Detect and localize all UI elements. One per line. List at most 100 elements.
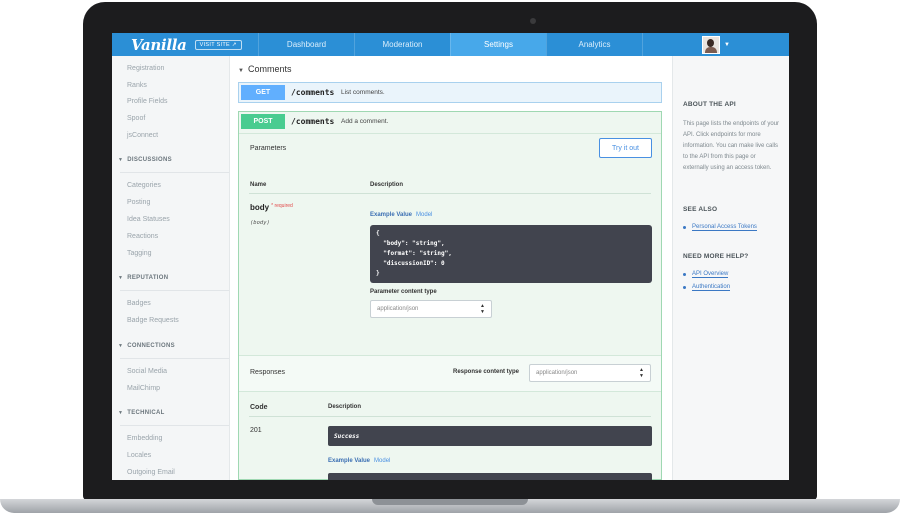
response-example-model-tabs: Example Value Model [328, 458, 390, 464]
sidebar-item-tagging[interactable]: Tagging [127, 250, 152, 257]
sidebar-section-discussions[interactable]: ▼ DISCUSSIONS [118, 157, 172, 163]
divider [120, 172, 229, 173]
response-content-type-select[interactable]: application/json ▲ ▼ [529, 364, 651, 382]
endpoint-path[interactable]: /comments [291, 117, 334, 126]
chevron-down-icon: ▼ [238, 68, 244, 74]
sidebar-section-connections[interactable]: ▼ CONNECTIONS [118, 343, 175, 349]
sidebar-item-social-media[interactable]: Social Media [127, 368, 167, 375]
param-name: body * required [250, 203, 293, 212]
laptop-notch [372, 499, 528, 505]
tab-dashboard[interactable]: Dashboard [258, 33, 354, 56]
divider [120, 425, 229, 426]
caret-down-icon[interactable]: ▼ [724, 42, 730, 48]
visit-site-button[interactable]: VISIT SITE ↗ [194, 39, 242, 50]
link-personal-access-tokens[interactable]: Personal Access Tokens [683, 224, 757, 231]
divider [249, 416, 651, 417]
responses-label: Responses [250, 369, 286, 376]
sidebar-item-idea-statuses[interactable]: Idea Statuses [127, 216, 170, 223]
sidebar-item-registration[interactable]: Registration [127, 65, 164, 72]
bullet-icon [683, 273, 686, 276]
divider [120, 290, 229, 291]
sidebar-item-badges[interactable]: Badges [127, 300, 151, 307]
sidebar-section-technical[interactable]: ▼ TECHNICAL [118, 410, 165, 416]
comments-section-toggle[interactable]: ▼ Comments [238, 64, 291, 74]
sidebar-section-reputation[interactable]: ▼ REPUTATION [118, 275, 168, 281]
select-arrow-icon: ▲ ▼ [480, 303, 485, 315]
parameters-header: Parameters Try it out [239, 133, 661, 179]
user-menu[interactable]: ▼ [642, 33, 789, 56]
section-title: REPUTATION [127, 275, 169, 281]
try-it-out-button[interactable]: Try it out [599, 138, 652, 158]
api-main: ▼ Comments GET /comments List comments. P… [230, 56, 664, 480]
see-also-title: SEE ALSO [683, 206, 718, 213]
get-comments-endpoint[interactable]: GET /comments List comments. [238, 82, 662, 103]
bullet-icon [683, 226, 686, 229]
required-marker: * required [271, 203, 293, 209]
sidebar-item-outgoing-email[interactable]: Outgoing Email [127, 469, 175, 476]
select-arrow-icon: ▲ ▼ [639, 367, 644, 379]
about-api-text: This page lists the endpoints of your AP… [683, 121, 780, 171]
section-title: DISCUSSIONS [127, 157, 172, 163]
bullet-icon [683, 286, 686, 289]
divider [249, 193, 651, 194]
link-authentication[interactable]: Authentication [683, 284, 731, 291]
responses-header: Responses Response content type applicat… [239, 355, 661, 392]
endpoint-description: List comments. [341, 89, 385, 96]
example-value-tab[interactable]: Example Value [328, 458, 370, 464]
chevron-down-icon: ▼ [118, 343, 124, 349]
column-name-header: Name [250, 182, 267, 188]
endpoint-description: Add a comment. [341, 118, 389, 125]
param-content-type-label: Parameter content type [370, 289, 437, 295]
chevron-down-icon: ▼ [118, 275, 124, 281]
tab-analytics[interactable]: Analytics [546, 33, 642, 56]
section-title: TECHNICAL [127, 410, 165, 416]
select-value: application/json [536, 370, 578, 376]
sidebar-item-jsconnect[interactable]: jsConnect [127, 132, 158, 139]
section-title: Comments [247, 64, 292, 74]
sidebar-item-locales[interactable]: Locales [127, 452, 151, 459]
sidebar-item-mailchimp[interactable]: MailChimp [127, 385, 160, 392]
example-json-editor[interactable]: { "body": "string", "format": "string", … [370, 225, 652, 283]
response-content-type-label: Response content type [453, 369, 520, 375]
param-content-type-select[interactable]: application/json ▲ ▼ [370, 300, 492, 318]
example-value-tab[interactable]: Example Value [370, 212, 412, 218]
model-tab[interactable]: Model [374, 458, 390, 464]
sidebar-item-badge-requests[interactable]: Badge Requests [127, 317, 179, 324]
screen: Vanilla VISIT SITE ↗ Dashboard Moderatio… [112, 33, 789, 480]
endpoint-path: /comments [291, 88, 335, 97]
sidebar-item-embedding[interactable]: Embedding [127, 435, 162, 442]
top-nav: Vanilla VISIT SITE ↗ Dashboard Moderatio… [112, 33, 789, 56]
sidebar-item-spoof[interactable]: Spoof [127, 115, 145, 122]
vanilla-logo[interactable]: Vanilla [131, 36, 187, 54]
section-title: CONNECTIONS [127, 343, 175, 349]
column-code-header: Code [250, 404, 268, 411]
param-name-text: body [250, 203, 270, 212]
response-code: 201 [250, 427, 262, 434]
param-type: (body) [250, 220, 270, 226]
link-label[interactable]: Personal Access Tokens [692, 224, 757, 231]
link-label[interactable]: API Overview [692, 271, 729, 278]
response-example-code [328, 473, 652, 480]
need-help-title: NEED MORE HELP? [683, 253, 749, 260]
sidebar-item-profile-fields[interactable]: Profile Fields [127, 98, 167, 105]
link-api-overview[interactable]: API Overview [683, 271, 729, 278]
sidebar-item-ranks[interactable]: Ranks [127, 82, 147, 89]
divider [120, 358, 229, 359]
about-api-title: ABOUT THE API [683, 101, 736, 108]
example-model-tabs: Example Value Model [370, 212, 432, 218]
tab-moderation[interactable]: Moderation [354, 33, 450, 56]
sidebar-item-reactions[interactable]: Reactions [127, 233, 158, 240]
sidebar-item-categories[interactable]: Categories [127, 182, 161, 189]
model-tab[interactable]: Model [416, 212, 432, 218]
get-method-badge: GET [241, 85, 285, 100]
post-method-badge[interactable]: POST [241, 114, 285, 129]
chevron-down-icon: ▼ [118, 157, 124, 163]
sidebar-item-posting[interactable]: Posting [127, 199, 150, 206]
post-comments-endpoint: POST /comments Add a comment. Parameters… [238, 111, 662, 480]
help-sidebar: ABOUT THE API This page lists the endpoi… [672, 56, 789, 480]
avatar[interactable] [702, 35, 721, 54]
parameters-label: Parameters [250, 145, 287, 152]
tab-settings[interactable]: Settings [450, 33, 546, 56]
link-label[interactable]: Authentication [692, 284, 731, 291]
chevron-down-icon: ▼ [118, 410, 124, 416]
